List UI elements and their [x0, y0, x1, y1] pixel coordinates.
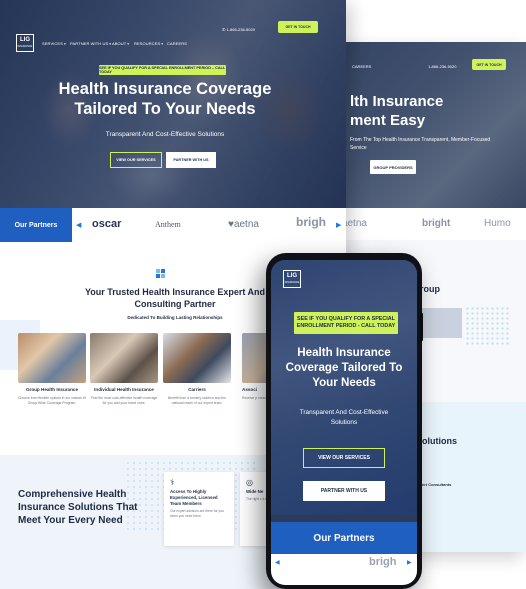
phone-mockup: LIG INSURANCE SEE IF YOU QUALIFY FOR A S… [266, 253, 423, 589]
nav-services-label: SERVICES [42, 41, 63, 46]
carriers-photo [163, 333, 231, 383]
our-partners-label: Our Partners [0, 208, 72, 242]
nav-phone-number[interactable]: 1-866-236-5020 [428, 64, 456, 69]
feature-card-experienced-team[interactable]: ⚕ Access To Highly Experienced, Licensed… [164, 472, 234, 546]
partner-logo-anthem: Anthem [155, 220, 181, 229]
partner-logo-aetna: ♥aetna [228, 219, 259, 230]
service-card-carriers[interactable]: Carriers Benefit from a turnkey solution… [163, 333, 231, 406]
secondary-hero-subtitle: From The Top Health Insurance Transparen… [350, 137, 491, 151]
chevron-down-icon: ▾ [127, 42, 130, 46]
partner-with-us-button[interactable]: PARTNER WITH US [166, 152, 216, 168]
secondary-section-title: roup [420, 284, 440, 294]
secondary-partners-bar: ♥aetna bright Humo [330, 208, 526, 240]
card-description: Find the most cost-effective health cove… [90, 396, 158, 405]
nav-careers-link[interactable]: CAREERS [352, 64, 371, 69]
partner-logo-bright: brigh [369, 556, 397, 568]
nav-careers[interactable]: CAREERS [167, 41, 187, 46]
group-providers-button[interactable]: GROUP PROVIDERS [370, 160, 416, 174]
nav-phone-text: 1-866-236-5020 [226, 27, 255, 32]
carousel-next-icon[interactable]: ▶ [336, 221, 341, 229]
card-description: Choose from flexible options in our cust… [18, 396, 86, 405]
service-card-group[interactable]: Group Health Insurance Choose from flexi… [18, 333, 86, 406]
nav-phone-number[interactable]: ✆ 1-866-236-5020 [222, 27, 255, 32]
individual-photo [90, 333, 158, 383]
brand-logo[interactable]: LIG INSURANCE [283, 270, 301, 288]
secondary-hero-title: lth Insurance ment Easy [350, 92, 526, 130]
carousel-prev-icon[interactable]: ◀ [76, 221, 81, 229]
nav-resources[interactable]: RESOURCES▾ [134, 41, 163, 46]
get-in-touch-button[interactable]: GET IN TOUCH [278, 21, 318, 33]
partner-logo-bright: bright [422, 218, 451, 229]
trusted-section-title: Your Trusted Health Insurance Expert And… [84, 287, 266, 309]
chevron-down-icon: ▾ [161, 42, 164, 46]
secondary-image-tile [422, 308, 462, 338]
section-emblem-icon [156, 269, 165, 278]
comprehensive-solutions-title: Comprehensive Health Insurance Solutions… [18, 489, 138, 526]
get-in-touch-button[interactable]: GET IN TOUCH [472, 59, 506, 70]
card-title: Group Health Insurance [25, 387, 79, 392]
hero-title: Health Insurance Coverage Tailored To Yo… [40, 79, 290, 119]
trusted-section-subtitle: Dedicated To Building Lasting Relationsh… [127, 315, 223, 320]
nav-about[interactable]: ABOUT▾ [112, 41, 129, 46]
secondary-expert-label: ert Consultants [422, 482, 452, 487]
special-enrollment-banner[interactable]: SEE IF YOU QUALIFY FOR A SPECIAL ENROLLM… [294, 312, 398, 334]
hero-subtitle: Transparent And Cost-Effective Solutions [105, 131, 225, 138]
secondary-hero-title-line2: ment Easy [350, 112, 426, 129]
phone-partner-logos: ◀ brigh ▶ [271, 554, 417, 585]
brand-logo[interactable]: LIG INSURANCE [16, 34, 34, 52]
feature-description: Our expert advisors are there for you wh… [170, 509, 224, 518]
brand-logo-subtext: INSURANCE [284, 281, 300, 284]
brand-logo-subtext: INSURANCE [17, 45, 33, 48]
hero-section: LIG INSURANCE SERVICES▾ PARTNER WITH US▾… [0, 0, 346, 208]
card-description: Benefit from a turnkey solution and the … [167, 396, 227, 405]
medical-team-icon: ⚕ [170, 478, 175, 487]
secondary-hero-title-line1: lth Insurance [350, 93, 444, 110]
partners-bar: Our Partners ◀ oscar Anthem ♥aetna brigh… [0, 208, 346, 242]
chevron-down-icon: ▾ [109, 42, 112, 46]
feature-title: Access To Highly Experienced, Licensed T… [170, 489, 218, 506]
group-team-photo [18, 333, 86, 383]
special-enrollment-banner[interactable]: SEE IF YOU QUALIFY FOR A SPECIAL ENROLLM… [99, 65, 226, 75]
phone-hero-subtitle: Transparent And Cost-Effective Solutions [299, 409, 389, 426]
nav-partner-with-us[interactable]: PARTNER WITH US▾ [70, 41, 111, 46]
partner-with-us-button[interactable]: PARTNER WITH US [303, 481, 385, 501]
nav-services[interactable]: SERVICES▾ [42, 41, 66, 46]
brand-logo-text: LIG [287, 273, 297, 279]
phone-hero-title: Health Insurance Coverage Tailored To Yo… [285, 346, 403, 389]
hero-title-line1: Health Insurance Coverage [58, 80, 272, 98]
phone-screen: LIG INSURANCE SEE IF YOU QUALIFY FOR A S… [271, 260, 417, 585]
carousel-next-icon[interactable]: ▶ [407, 559, 412, 566]
nav-partner-label: PARTNER WITH US [70, 41, 109, 46]
view-services-button[interactable]: VIEW OUR SERVICES [303, 448, 385, 468]
carousel-prev-icon[interactable]: ◀ [275, 559, 280, 566]
service-card-individual[interactable]: Individual Health Insurance Find the mos… [90, 333, 158, 406]
phone-side-button [420, 313, 423, 341]
nav-resources-label: RESOURCES [134, 41, 161, 46]
secondary-solutions-panel [410, 402, 526, 552]
our-partners-label: Our Partners [271, 522, 417, 554]
hero-title-line2: Tailored To Your Needs [74, 100, 256, 118]
partner-logo-bright: brigh [296, 215, 326, 229]
secondary-solutions-title: olutions [422, 436, 457, 446]
chevron-down-icon: ▾ [63, 42, 66, 46]
view-services-button[interactable]: VIEW OUR SERVICES [110, 152, 162, 168]
partner-logo-oscar: oscar [92, 218, 122, 230]
nav-about-label: ABOUT [112, 41, 127, 46]
card-title: Carriers [188, 387, 206, 392]
brand-logo-text: LIG [20, 37, 30, 43]
card-title: Individual Health Insurance [94, 387, 154, 392]
partner-logo-humana: Humo [484, 218, 511, 229]
decorative-dot-pattern [465, 306, 510, 346]
